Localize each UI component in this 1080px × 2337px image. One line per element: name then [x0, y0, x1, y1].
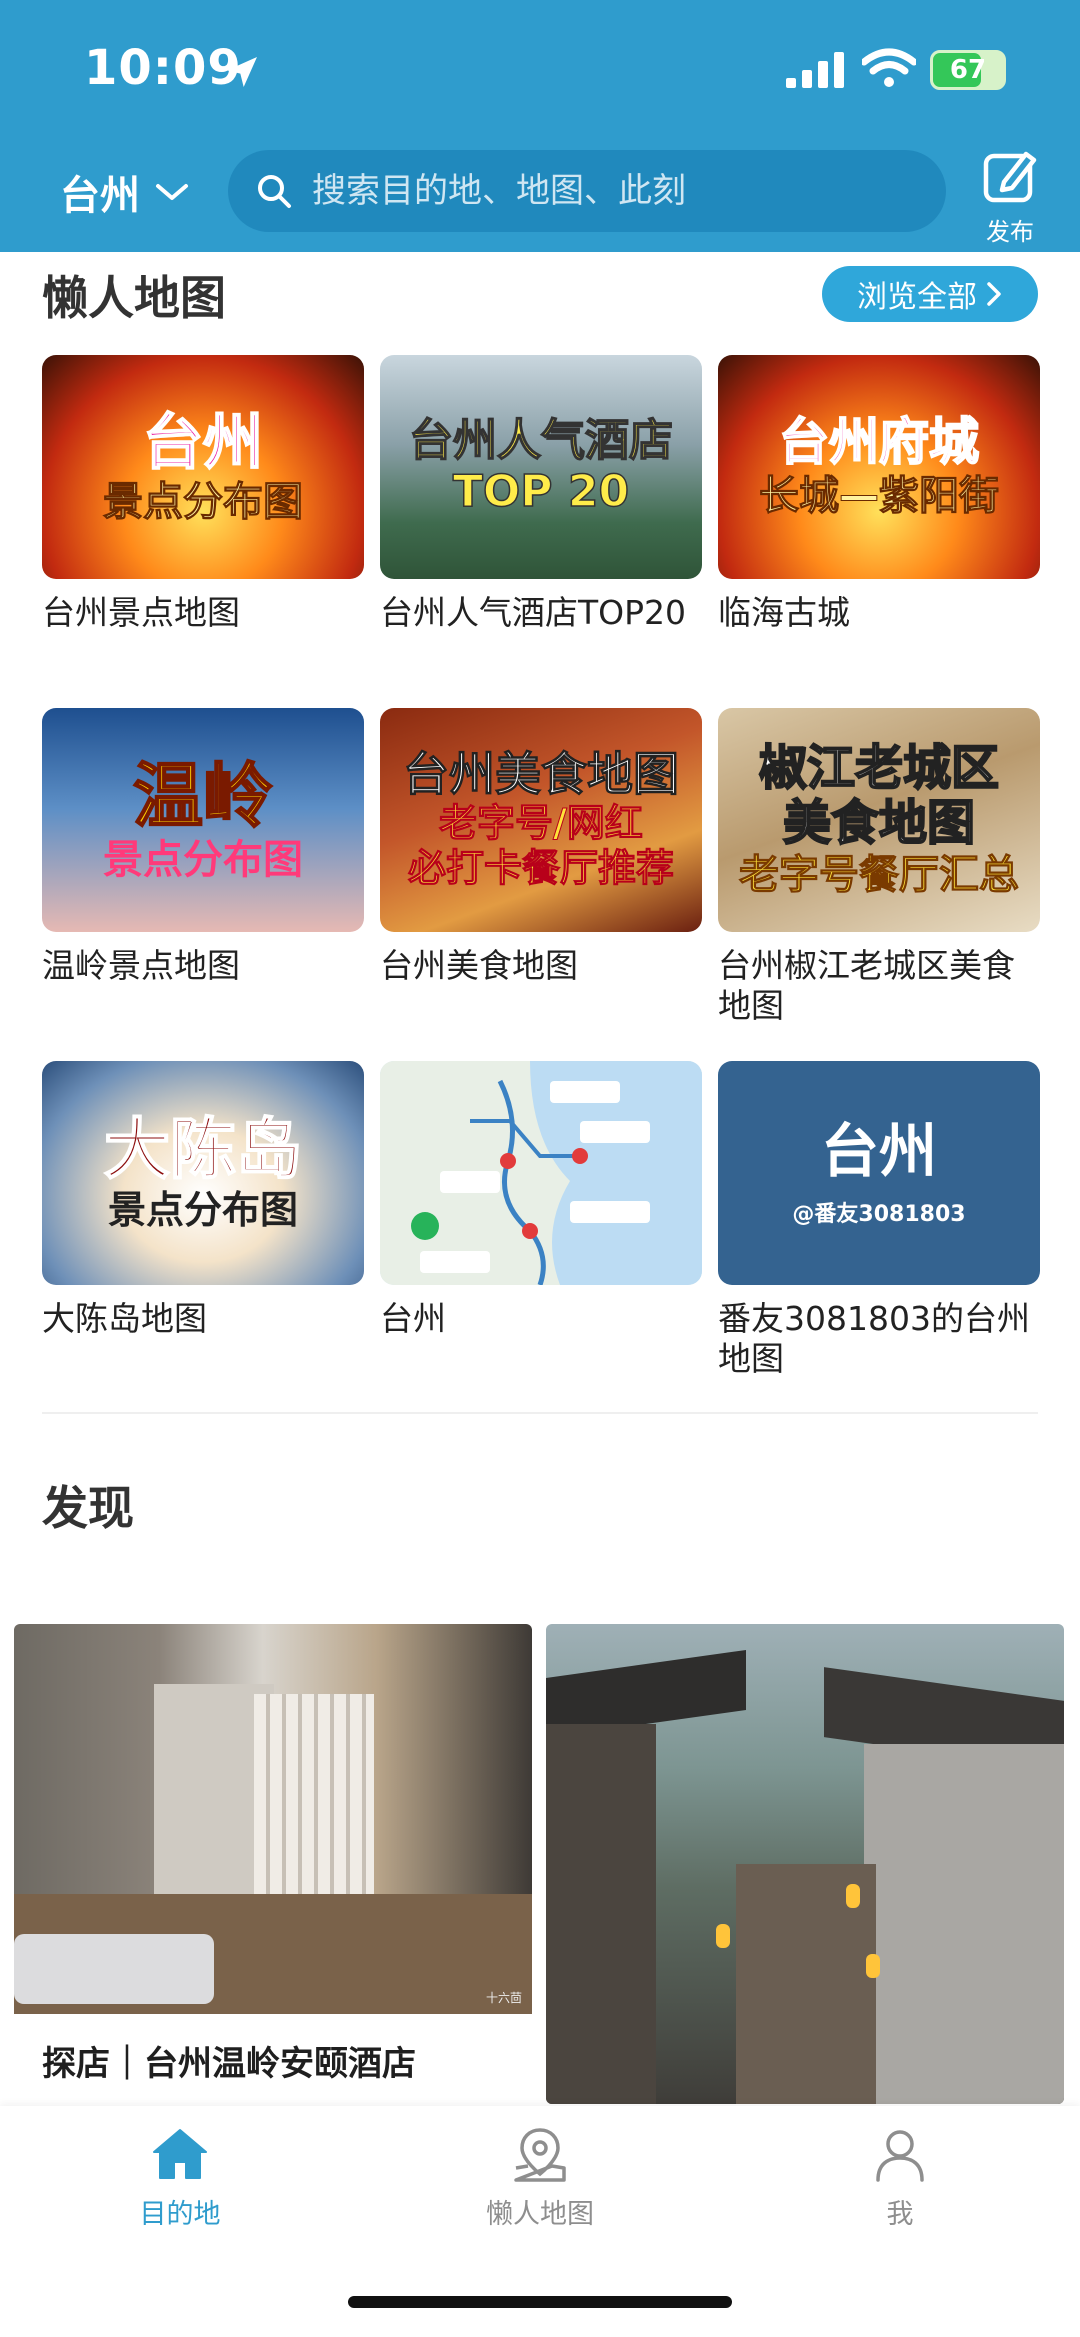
edit-icon: [983, 151, 1037, 203]
search-input[interactable]: [312, 171, 912, 211]
thumbnail-subtitle: 老字号餐厅汇总: [739, 852, 1020, 899]
thumbnail-title: 大陈岛: [103, 1111, 303, 1189]
thumbnail-author: @番友3081803: [792, 1202, 966, 1228]
battery-indicator: 67: [930, 50, 1006, 90]
feed-card-title: 探店｜台州温岭安颐酒店: [42, 2044, 416, 2084]
thumbnail-title: 椒江老城区: [758, 739, 1000, 796]
publish-label: 发布: [986, 218, 1034, 246]
map-card-dachen-island[interactable]: 大陈岛 景点分布图 大陈岛地图: [42, 1061, 364, 1339]
map-card-user-map[interactable]: 台州 @番友3081803 番友3081803的台州地图: [718, 1061, 1040, 1379]
map-card-jiaojiang-food[interactable]: 椒江老城区 美食地图 老字号餐厅汇总 台州椒江老城区美食地图: [718, 708, 1040, 1026]
tab-me[interactable]: 我: [800, 2122, 1000, 2231]
map-card-thumbnail: 台州人气酒店 TOP 20: [380, 355, 702, 579]
map-card-taizhou-sights[interactable]: 台州 景点分布图 台州景点地图: [42, 355, 364, 633]
map-pin-icon: [514, 2128, 566, 2182]
location-arrow-icon: [227, 57, 257, 87]
map-card-label: 台州美食地图: [380, 946, 578, 985]
map-card-thumbnail: 台州美食地图 老字号/网红 必打卡餐厅推荐: [380, 708, 702, 932]
chevron-down-icon: [156, 184, 188, 200]
map-card-thumbnail: 大陈岛 景点分布图: [42, 1061, 364, 1285]
thumbnail-title: 台州: [142, 407, 264, 478]
thumbnail-title: 台州: [820, 1116, 937, 1185]
battery-level: 67: [949, 55, 987, 85]
thumbnail-subtitle: 老字号/网红: [439, 800, 644, 845]
home-icon: [153, 2129, 207, 2179]
map-card-thumbnail: [380, 1061, 702, 1285]
tab-lazy-maps[interactable]: 懒人地图: [440, 2122, 640, 2231]
thumbnail-subtitle: 景点分布图: [103, 478, 304, 525]
browse-all-label: 浏览全部: [857, 280, 977, 315]
thumbnail-subtitle: 长城—紫阳街: [759, 472, 1000, 519]
map-card-taizhou[interactable]: 台州: [380, 1061, 702, 1339]
map-card-linhai-old-town[interactable]: 台州府城 长城—紫阳街 临海古城: [718, 355, 1040, 633]
city-selector[interactable]: 台州: [60, 162, 190, 222]
publish-button[interactable]: 发布: [972, 146, 1048, 246]
tab-destination[interactable]: 目的地: [80, 2122, 280, 2231]
old-town-photo: [546, 1624, 1064, 2104]
search-icon: [258, 175, 291, 208]
status-bar: 10:09 67: [0, 0, 1080, 140]
feed-card-hotel[interactable]: 十六茴 探店｜台州温岭安颐酒店: [14, 1624, 532, 2085]
map-card-thumbnail: 台州府城 长城—紫阳街: [718, 355, 1040, 579]
top-header: 10:09 67 台州 搜索目的地、地图、此刻 发布: [0, 0, 1080, 252]
map-card-label: 临海古城: [718, 593, 850, 632]
thumbnail-subtitle: 必打卡餐厅推荐: [407, 846, 674, 891]
map-card-taizhou-hotels[interactable]: 台州人气酒店 TOP 20 台州人气酒店TOP20: [380, 355, 702, 633]
hotel-room-photo: 十六茴: [14, 1624, 532, 2014]
home-indicator: [348, 2296, 732, 2308]
thumbnail-title: 台州美食地图: [403, 746, 680, 801]
tab-label: 目的地: [139, 2199, 221, 2230]
section-title-discover: 发现: [42, 1481, 134, 1535]
section-divider: [42, 1412, 1038, 1414]
city-name: 台州: [60, 173, 140, 219]
map-card-label: 台州椒江老城区美食地图: [718, 946, 1015, 1025]
map-card-thumbnail: 台州 景点分布图: [42, 355, 364, 579]
chevron-right-icon: [987, 282, 1001, 306]
map-card-thumbnail: 温岭 景点分布图: [42, 708, 364, 932]
thumbnail-subtitle: 景点分布图: [107, 1188, 298, 1233]
map-card-thumbnail: 椒江老城区 美食地图 老字号餐厅汇总: [718, 708, 1040, 932]
tab-label: 懒人地图: [486, 2199, 594, 2230]
tab-label: 我: [886, 2199, 914, 2230]
thumbnail-title: 美食地图: [782, 794, 976, 851]
map-card-label: 台州人气酒店TOP20: [380, 593, 687, 632]
profile-icon: [876, 2130, 924, 2182]
map-card-thumbnail: 台州 @番友3081803: [718, 1061, 1040, 1285]
thumbnail-subtitle: 景点分布图: [103, 837, 303, 884]
thumbnail-subtitle: TOP 20: [452, 466, 630, 518]
browse-all-button[interactable]: 浏览全部: [822, 266, 1038, 322]
map-card-label: 大陈岛地图: [42, 1299, 207, 1338]
map-card-label: 台州: [380, 1299, 446, 1338]
thumbnail-title: 台州人气酒店: [408, 415, 674, 467]
map-card-taizhou-food[interactable]: 台州美食地图 老字号/网红 必打卡餐厅推荐 台州美食地图: [380, 708, 702, 986]
map-card-label: 温岭景点地图: [42, 946, 240, 985]
status-time: 10:09: [84, 40, 242, 96]
wifi-icon: [862, 48, 916, 87]
map-card-wenling-sights[interactable]: 温岭 景点分布图 温岭景点地图: [42, 708, 364, 986]
map-card-label: 台州景点地图: [42, 593, 240, 632]
thumbnail-title: 温岭: [132, 754, 274, 837]
section-title-lazy-maps: 懒人地图: [42, 271, 226, 325]
route-map-image: [380, 1061, 702, 1285]
cellular-signal-icon: [786, 52, 844, 88]
photo-watermark: 十六茴: [485, 1991, 522, 2005]
feed-card-old-town[interactable]: [546, 1624, 1064, 2104]
map-card-label: 番友3081803的台州地图: [718, 1299, 1030, 1378]
search-bar[interactable]: [228, 150, 946, 232]
thumbnail-title: 台州府城: [778, 413, 980, 472]
